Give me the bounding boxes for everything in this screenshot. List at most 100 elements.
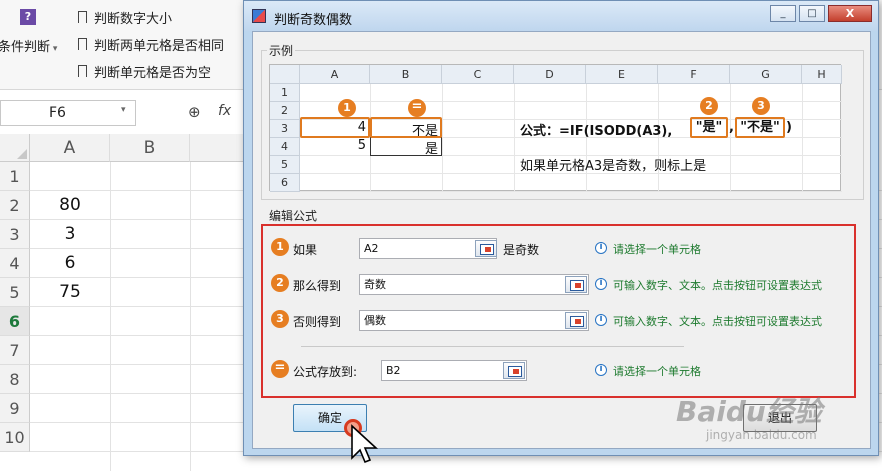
bookmark-icon: [78, 38, 87, 50]
cell-a[interactable]: 75: [30, 282, 110, 302]
badge-1: 1: [338, 99, 356, 117]
function-icon[interactable]: fx: [218, 103, 231, 119]
field-badge-2: 2: [271, 274, 289, 292]
row-header[interactable]: 8: [0, 365, 30, 394]
example-row-header: 6: [270, 174, 300, 192]
close-button[interactable]: X: [828, 5, 872, 22]
example-formula: 公式：=IF(ISODD(A3),: [520, 120, 672, 139]
store-hint: 请选择一个单元格: [613, 365, 701, 378]
else-hint: 可输入数字、文本。点击按钮可设置表达式: [613, 315, 822, 328]
highlight-box-result: [370, 117, 442, 138]
cell-a[interactable]: 3: [30, 224, 110, 244]
ribbon-item-label: 判断两单元格是否相同: [94, 39, 225, 54]
example-grid-line: [300, 191, 842, 192]
formula-prefix: 公式：=IF(ISODD(A3),: [520, 124, 673, 139]
else-label: 否则得到: [293, 315, 342, 329]
dialog-title: 判断奇数偶数: [274, 13, 353, 28]
example-description: 如果单元格A3是奇数，则标上是: [520, 159, 707, 174]
then-label: 那么得到: [293, 279, 342, 293]
example-corner: [270, 65, 300, 84]
example-b4-border: [370, 137, 442, 156]
row-header[interactable]: 9: [0, 394, 30, 423]
grid-line: [190, 162, 191, 471]
odd-even-dialog: 判断奇数偶数 _ □ X 示例 ABCDEFGH 123456 4 不是 5 是…: [243, 0, 879, 456]
if-hint: 请选择一个单元格: [613, 243, 701, 256]
zoom-icon[interactable]: ⊕: [188, 103, 201, 121]
bookmark-icon: [78, 65, 87, 77]
store-to-label: 公式存放到:: [293, 365, 358, 379]
row-header[interactable]: 10: [0, 423, 30, 452]
example-sheet: ABCDEFGH 123456 4 不是 5 是 1 = 公式：=IF(ISOD…: [269, 64, 842, 192]
field-badge-3: 3: [271, 310, 289, 328]
field-badge-1: 1: [271, 238, 289, 256]
column-header-c[interactable]: [190, 134, 250, 162]
example-cell-a4: 5: [357, 138, 366, 153]
column-header-b[interactable]: B: [110, 134, 190, 162]
conditional-judgment-label: 条件判断: [0, 40, 51, 55]
row-header[interactable]: 3: [0, 220, 30, 249]
conditional-judgment-menu[interactable]: 条件判断 ▾: [0, 36, 57, 55]
ribbon-item-label: 判断数字大小: [94, 12, 173, 27]
if-suffix: 是奇数: [503, 243, 540, 257]
if-label: 如果: [293, 243, 318, 257]
info-icon: i: [595, 242, 607, 254]
expression-builder-icon[interactable]: [565, 276, 587, 293]
chevron-down-icon[interactable]: ▾: [121, 105, 126, 115]
bookmark-icon: [78, 11, 87, 23]
example-row-header: 1: [270, 84, 300, 102]
app-icon: [252, 9, 266, 23]
ribbon-item-label: 判断单元格是否为空: [94, 66, 212, 81]
example-column-header: E: [586, 65, 658, 84]
corner-triangle: [17, 149, 27, 159]
mouse-cursor-icon: [351, 424, 379, 464]
row-header[interactable]: 5: [0, 278, 30, 307]
row-header[interactable]: 2: [0, 191, 30, 220]
then-hint: 可输入数字、文本。点击按钮可设置表达式: [613, 279, 822, 292]
column-header-a[interactable]: A: [30, 134, 110, 162]
cell-a[interactable]: 80: [30, 195, 110, 215]
row-header[interactable]: 7: [0, 336, 30, 365]
minimize-button[interactable]: _: [770, 5, 796, 22]
example-row-header: 2: [270, 102, 300, 120]
maximize-button[interactable]: □: [799, 5, 825, 22]
example-row-header: 5: [270, 156, 300, 174]
row-header[interactable]: 6: [0, 307, 30, 336]
name-box[interactable]: F6 ▾: [0, 100, 136, 126]
example-column-header: D: [514, 65, 586, 84]
dialog-titlebar[interactable]: 判断奇数偶数 _ □ X: [244, 1, 878, 31]
row-header[interactable]: 1: [0, 162, 30, 191]
badge-equals: =: [408, 99, 426, 117]
example-row-header: 3: [270, 120, 300, 138]
info-icon: i: [595, 364, 607, 376]
formula-arg-false: "不是": [735, 117, 785, 138]
example-column-header: H: [802, 65, 842, 84]
else-value-input[interactable]: 偶数: [359, 310, 589, 331]
example-column-header: G: [730, 65, 802, 84]
example-column-header: C: [442, 65, 514, 84]
watermark-url: jingyan.baidu.com: [706, 428, 817, 442]
separator: [301, 346, 684, 347]
then-value-input[interactable]: 奇数: [359, 274, 589, 295]
info-icon: i: [595, 278, 607, 290]
cell-a[interactable]: 6: [30, 253, 110, 273]
field-badge-equals: =: [271, 360, 289, 378]
name-box-value: F6: [49, 105, 66, 121]
badge-2: 2: [700, 97, 718, 115]
formula-arg-true: "是": [690, 117, 728, 138]
cell-picker-icon[interactable]: [475, 240, 497, 257]
grid-line: [110, 162, 111, 471]
example-group-label: 示例: [267, 42, 296, 59]
example-column-header: B: [370, 65, 442, 84]
row-header[interactable]: 4: [0, 249, 30, 278]
example-column-header: A: [300, 65, 370, 84]
watermark-brand: Baidu经验: [676, 395, 822, 428]
highlight-box-condition: [300, 117, 370, 138]
dialog-client: 示例 ABCDEFGH 123456 4 不是 5 是 1 = 公式：=IF(I…: [252, 31, 871, 449]
select-all-corner[interactable]: [0, 134, 30, 162]
conditional-logic-icon[interactable]: ?: [20, 9, 36, 25]
cell-picker-icon[interactable]: [503, 362, 525, 379]
formula-suffix: ): [786, 120, 792, 135]
info-icon: i: [595, 314, 607, 326]
expression-builder-icon[interactable]: [565, 312, 587, 329]
example-row-header: 4: [270, 138, 300, 156]
